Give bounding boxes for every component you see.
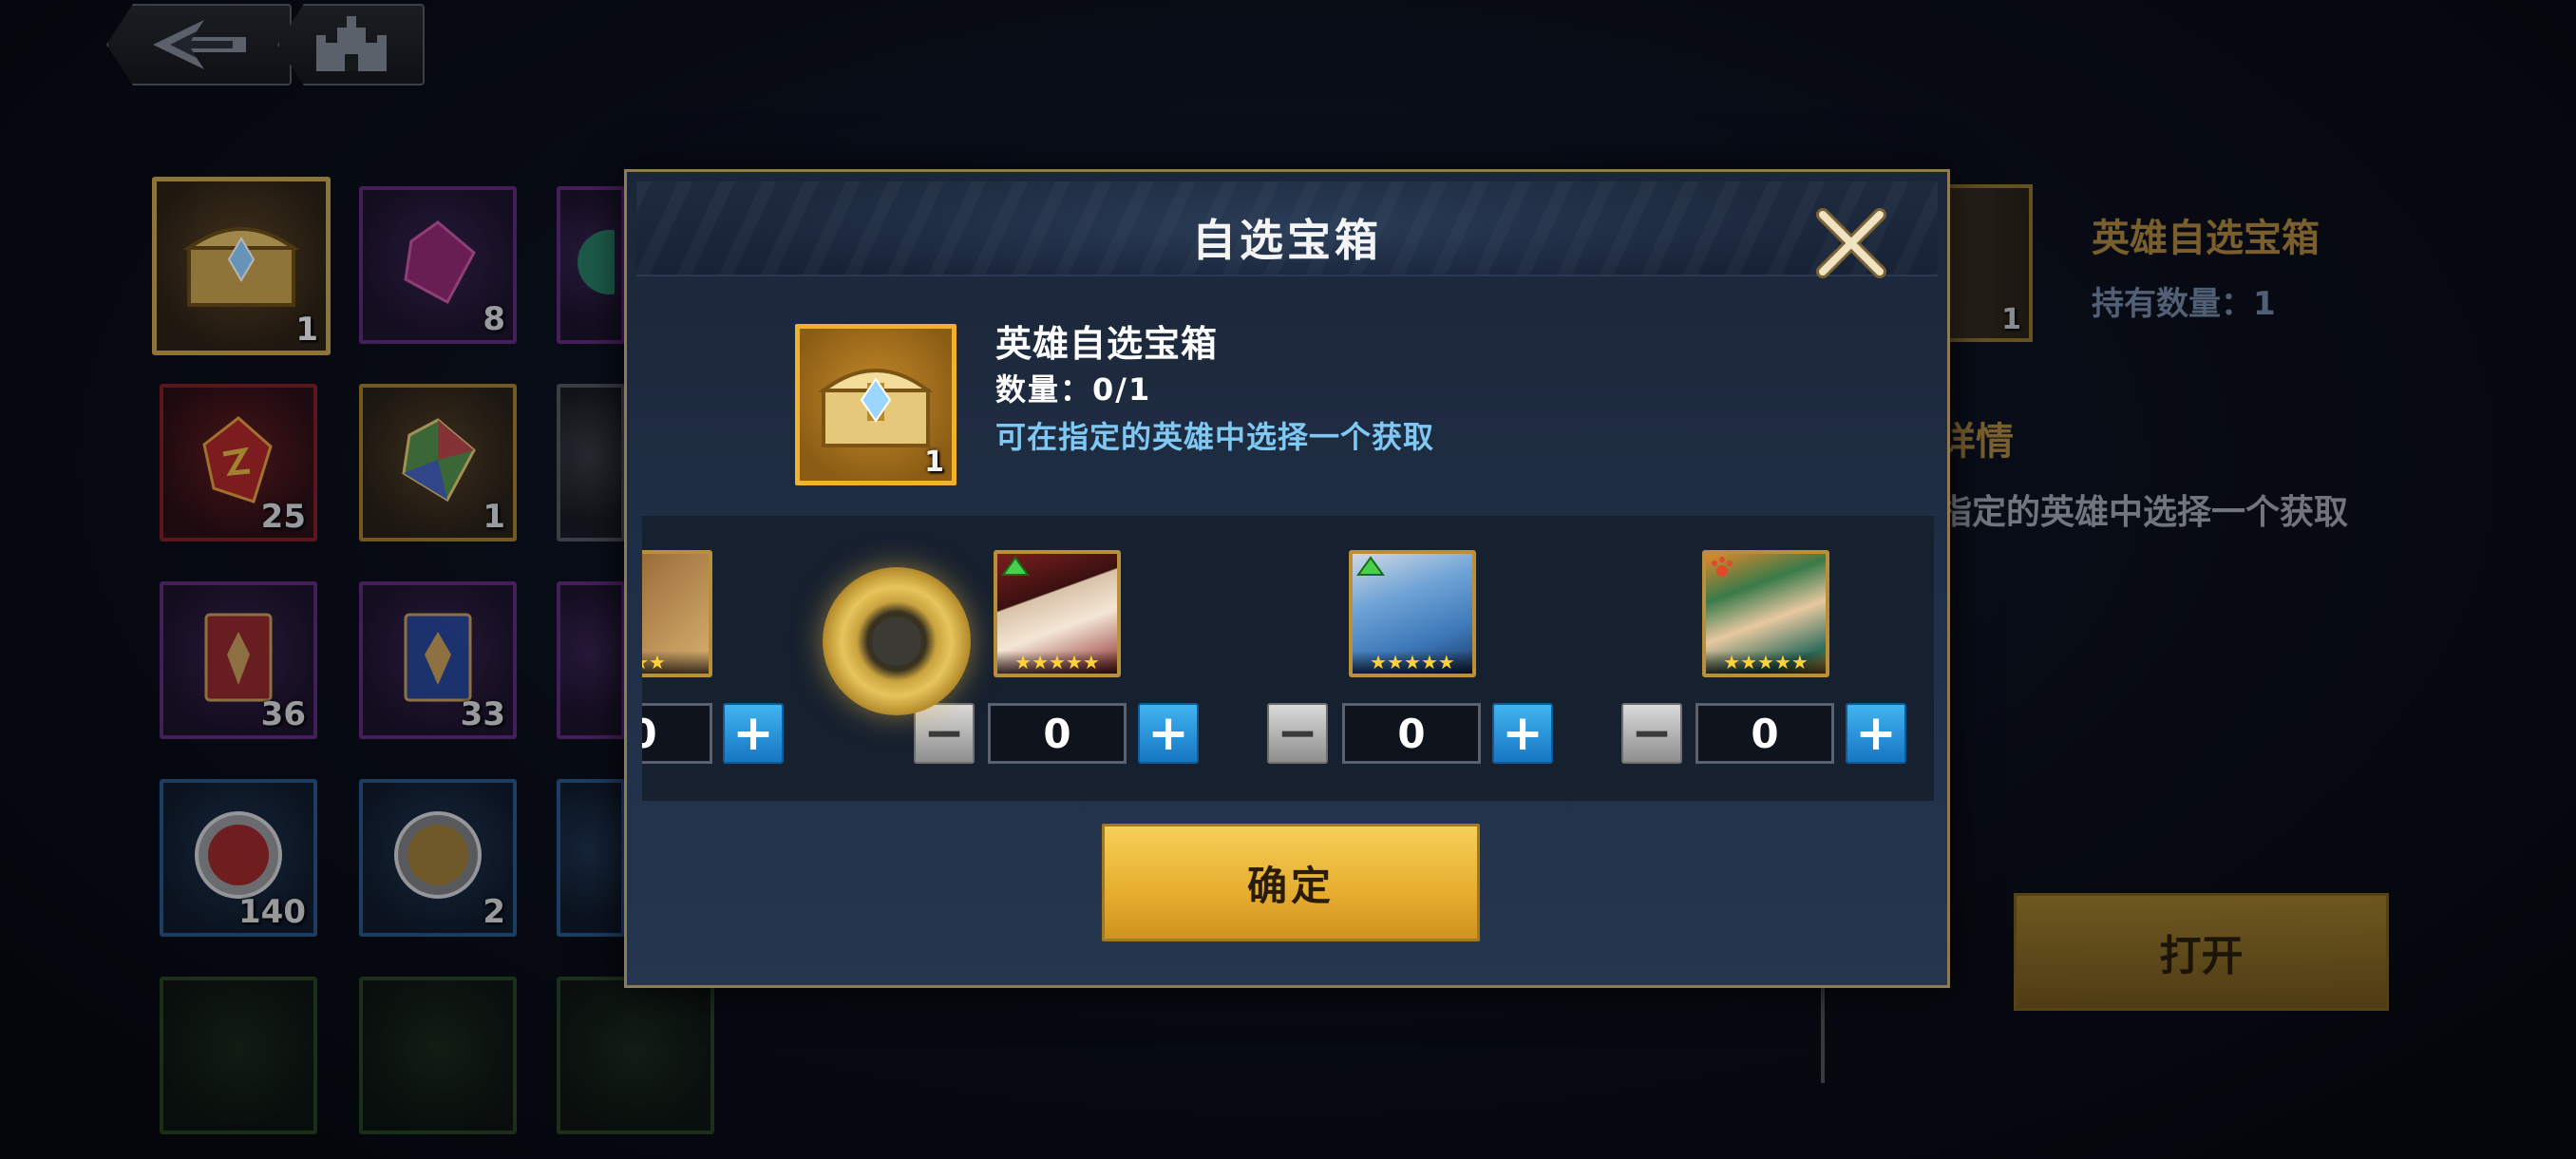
book-icon: [404, 613, 472, 702]
chest-select-modal: 自选宝箱 1 英雄自选宝箱 数量：0/1 可在指定的英雄中选择一个获取 ★ 0 …: [624, 169, 1950, 988]
medal-icon: [394, 810, 482, 899]
slot-count: 8: [483, 300, 505, 338]
hero-stars: ★★★★★: [997, 651, 1117, 674]
quantity-value[interactable]: 0: [1695, 703, 1834, 764]
loading-ring-icon: [823, 567, 971, 715]
game-screen: 1 8 25 1 36 33 140 2 1 英雄自选宝箱 持有数量：1 详情 …: [0, 0, 2576, 1159]
detail-item-name: 英雄自选宝箱: [2092, 217, 2320, 260]
modal-title: 自选宝箱: [1192, 215, 1382, 266]
detail-item-thumbnail: 1: [1938, 184, 2033, 342]
hero-card[interactable]: ★★★★★: [1349, 550, 1476, 677]
slot-count: 33: [460, 695, 505, 733]
slot-count: 1: [2001, 303, 2021, 336]
chest-icon: [182, 227, 300, 308]
castle-home-icon: [315, 16, 387, 71]
crystal-icon: [202, 415, 273, 504]
inventory-slot-grey-shard[interactable]: [557, 384, 625, 542]
detail-held-count: 持有数量：1: [2092, 285, 2276, 323]
quantity-value[interactable]: 0: [988, 703, 1127, 764]
decrement-button[interactable]: −: [914, 703, 975, 764]
detail-description: 指定的英雄中选择一个获取: [1938, 493, 2349, 532]
quantity-value[interactable]: 0: [1342, 703, 1481, 764]
inventory-slot-blue-book[interactable]: 33: [359, 581, 517, 739]
inventory-slot-gold-medal[interactable]: 2: [359, 779, 517, 937]
inventory-slot-green-1[interactable]: [160, 977, 317, 1134]
up-arrow-icon: [1001, 556, 1030, 576]
inventory-slot-hero-chest[interactable]: 1: [152, 177, 331, 355]
decrement-button[interactable]: −: [1621, 703, 1682, 764]
home-button[interactable]: [277, 4, 425, 86]
slot-count: 1: [483, 498, 505, 536]
hero-stars: ★★: [642, 651, 709, 674]
inventory-slot-red-medal[interactable]: 140: [160, 779, 317, 937]
book-icon: [204, 613, 273, 702]
inventory-slot-red-crystal[interactable]: 25: [160, 384, 317, 542]
item-count: 1: [924, 446, 944, 479]
increment-button[interactable]: +: [1138, 703, 1199, 764]
inventory-slot-purple-book[interactable]: [557, 581, 625, 739]
hero-card[interactable]: ★★★★★: [1702, 550, 1829, 677]
open-button[interactable]: 打开: [2014, 893, 2389, 1011]
paw-icon: [1712, 557, 1733, 577]
increment-button[interactable]: +: [723, 703, 784, 764]
up-arrow-icon: [1356, 556, 1385, 576]
modal-header: 自选宝箱: [636, 181, 1938, 278]
back-button[interactable]: [106, 4, 292, 86]
close-button[interactable]: [1812, 204, 1890, 282]
hero-stars: ★★★★★: [1353, 651, 1472, 674]
hero-stars: ★★★★★: [1706, 651, 1826, 674]
inventory-slot-red-book[interactable]: 36: [160, 581, 317, 739]
gem-icon: [404, 219, 476, 304]
item-name: 英雄自选宝箱: [995, 323, 1219, 365]
back-arrow-icon: [152, 20, 246, 69]
slot-count: 25: [260, 498, 306, 536]
inventory-slot-green-2[interactable]: [359, 977, 517, 1134]
item-thumbnail: 1: [795, 324, 957, 485]
divider: [1821, 988, 1825, 1083]
inventory-slot-blue-item[interactable]: [557, 779, 625, 937]
confirm-button[interactable]: 确定: [1102, 824, 1480, 941]
increment-button[interactable]: +: [1492, 703, 1553, 764]
close-x-icon: [1816, 208, 1886, 278]
quantity-value[interactable]: 0: [642, 703, 712, 764]
chest-icon: [818, 368, 934, 447]
slot-count: 1: [295, 311, 318, 349]
inventory-slot-green-3[interactable]: [557, 977, 714, 1134]
increment-button[interactable]: +: [1846, 703, 1906, 764]
decrement-button[interactable]: −: [1267, 703, 1328, 764]
hero-card[interactable]: ★★: [642, 550, 712, 677]
hero-card[interactable]: ★★★★★: [994, 550, 1121, 677]
inventory-slot-purple-orb[interactable]: [557, 186, 625, 344]
inventory-slot-rainbow-crystal[interactable]: 1: [359, 384, 517, 542]
inventory-slot-purple-gem[interactable]: 8: [359, 186, 517, 344]
slot-count: 36: [260, 695, 306, 733]
orb-icon: [578, 229, 615, 294]
item-description: 可在指定的英雄中选择一个获取: [995, 419, 1435, 455]
crystal-icon: [402, 418, 476, 502]
medal-icon: [195, 810, 282, 899]
item-info: 1 英雄自选宝箱 数量：0/1 可在指定的英雄中选择一个获取: [627, 276, 1947, 514]
slot-count: 2: [483, 893, 505, 931]
slot-count: 140: [238, 893, 306, 931]
item-quantity: 数量：0/1: [995, 371, 1152, 408]
